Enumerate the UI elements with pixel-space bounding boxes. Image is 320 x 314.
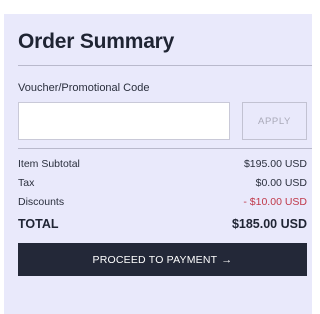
discounts-value: - $10.00 USD — [243, 196, 307, 208]
voucher-code-label: Voucher/Promotional Code — [18, 82, 150, 94]
item-subtotal-label: Item Subtotal — [18, 158, 80, 170]
total-label: TOTAL — [18, 217, 59, 231]
voucher-divider — [18, 148, 312, 149]
proceed-to-payment-label: PROCEED TO PAYMENT — [92, 253, 218, 266]
item-subtotal-row: Item Subtotal $195.00 USD — [18, 158, 307, 170]
discounts-label: Discounts — [18, 196, 65, 208]
tax-row: Tax $0.00 USD — [18, 177, 307, 189]
proceed-to-payment-button[interactable]: PROCEED TO PAYMENT → — [18, 243, 307, 276]
apply-button-label: APPLY — [258, 115, 291, 127]
item-subtotal-value: $195.00 USD — [243, 158, 307, 170]
tax-value: $0.00 USD — [255, 177, 307, 189]
discounts-row: Discounts - $10.00 USD — [18, 196, 307, 208]
arrow-right-icon: → — [221, 253, 233, 266]
tax-label: Tax — [18, 177, 35, 189]
title-divider — [18, 65, 312, 66]
voucher-code-input[interactable] — [18, 102, 230, 140]
order-summary-card: Order Summary Voucher/Promotional Code A… — [4, 14, 312, 314]
order-summary-title: Order Summary — [18, 30, 175, 53]
total-value: $185.00 USD — [231, 217, 307, 231]
total-row: TOTAL $185.00 USD — [18, 217, 307, 231]
apply-button[interactable]: APPLY — [242, 102, 307, 140]
